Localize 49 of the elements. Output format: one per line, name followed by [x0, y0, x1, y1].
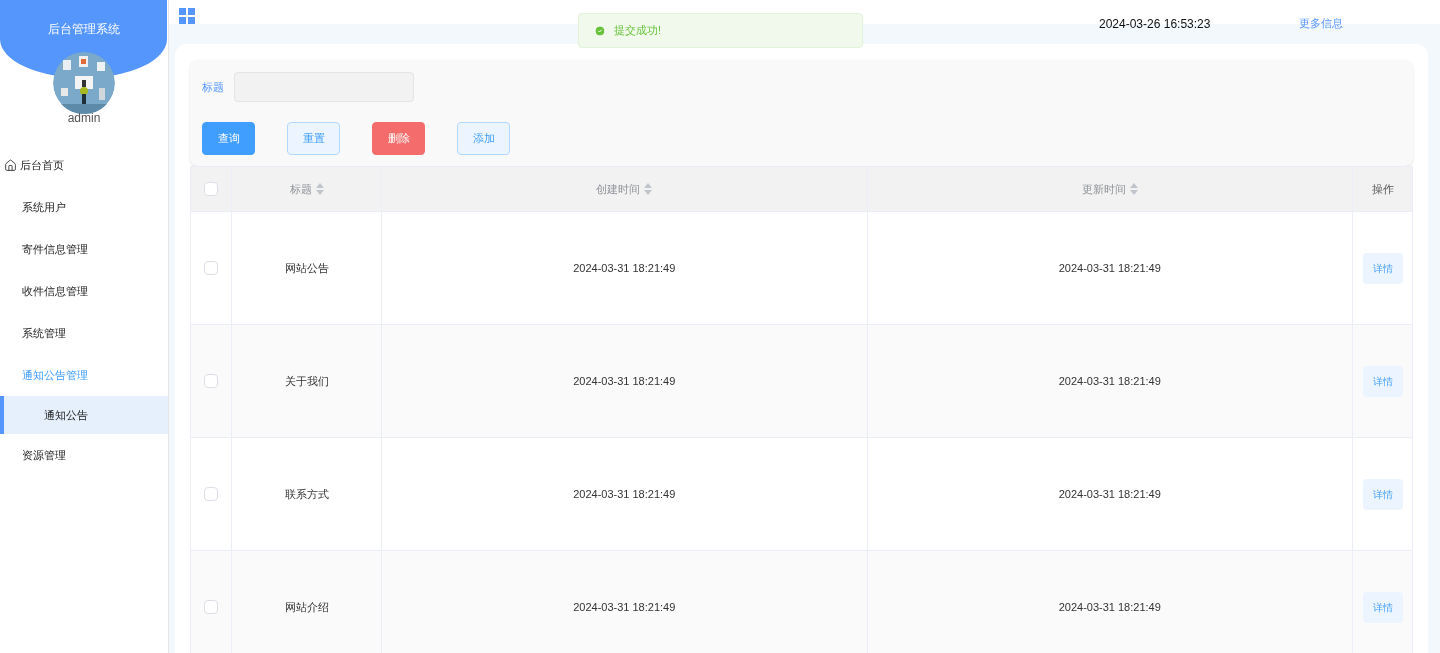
- sort-icon[interactable]: [644, 183, 653, 195]
- menu-item[interactable]: 收件信息管理: [0, 270, 168, 312]
- menu-item[interactable]: 寄件信息管理: [0, 228, 168, 270]
- updated-time-cell: 2024-03-31 18:21:49: [1058, 487, 1161, 500]
- username: admin: [67, 112, 101, 124]
- search-label: 标题: [202, 79, 224, 95]
- action-button[interactable]: 重置: [287, 122, 340, 155]
- home-icon: [4, 158, 17, 172]
- menu-item[interactable]: 系统管理: [0, 312, 168, 354]
- checkbox[interactable]: [204, 487, 218, 501]
- created-time-cell: 2024-03-31 18:21:49: [573, 261, 676, 274]
- submenu-item[interactable]: 通知公告: [0, 396, 168, 434]
- details-button[interactable]: 详情: [1362, 591, 1403, 623]
- checkbox[interactable]: [204, 261, 218, 275]
- title-cell: 网站介绍: [284, 600, 329, 613]
- action-button[interactable]: 添加: [457, 122, 510, 155]
- checkbox[interactable]: [204, 374, 218, 388]
- checkbox[interactable]: [204, 600, 218, 614]
- details-button[interactable]: 详情: [1362, 365, 1403, 397]
- column-header[interactable]: 更新时间: [1081, 180, 1126, 198]
- success-icon: [594, 24, 606, 37]
- menu-item[interactable]: 系统用户: [0, 186, 168, 228]
- created-time-cell: 2024-03-31 18:21:49: [573, 374, 676, 387]
- created-time-cell: 2024-03-31 18:21:49: [573, 487, 676, 500]
- grid-menu-icon[interactable]: [179, 8, 195, 24]
- details-button[interactable]: 详情: [1362, 478, 1403, 510]
- checkbox[interactable]: [204, 182, 218, 196]
- datetime: 2024-03-26 16:53:23: [1099, 16, 1211, 33]
- details-button[interactable]: 详情: [1362, 252, 1403, 284]
- column-header: 操作: [1371, 181, 1394, 197]
- more-info-link[interactable]: 更多信息: [1299, 15, 1343, 32]
- menu-item[interactable]: 资源管理: [0, 434, 168, 476]
- created-time-cell: 2024-03-31 18:21:49: [573, 600, 676, 613]
- app-title: 后台管理系统: [48, 21, 120, 38]
- toast-message: 提交成功!: [614, 23, 662, 39]
- title-cell: 联系方式: [284, 487, 329, 500]
- menu-item[interactable]: 后台首页: [0, 144, 168, 186]
- action-button[interactable]: 查询: [202, 122, 255, 155]
- sort-icon[interactable]: [315, 183, 324, 195]
- menu-item[interactable]: 通知公告管理: [0, 354, 168, 396]
- title-cell: 网站公告: [284, 261, 329, 274]
- action-button[interactable]: 删除: [372, 122, 425, 155]
- sort-icon[interactable]: [1129, 183, 1138, 195]
- column-header[interactable]: 标题: [289, 180, 312, 198]
- updated-time-cell: 2024-03-31 18:21:49: [1058, 374, 1161, 387]
- title-cell: 关于我们: [284, 374, 329, 387]
- updated-time-cell: 2024-03-31 18:21:49: [1058, 600, 1161, 613]
- updated-time-cell: 2024-03-31 18:21:49: [1058, 261, 1161, 274]
- column-header[interactable]: 创建时间: [596, 180, 641, 198]
